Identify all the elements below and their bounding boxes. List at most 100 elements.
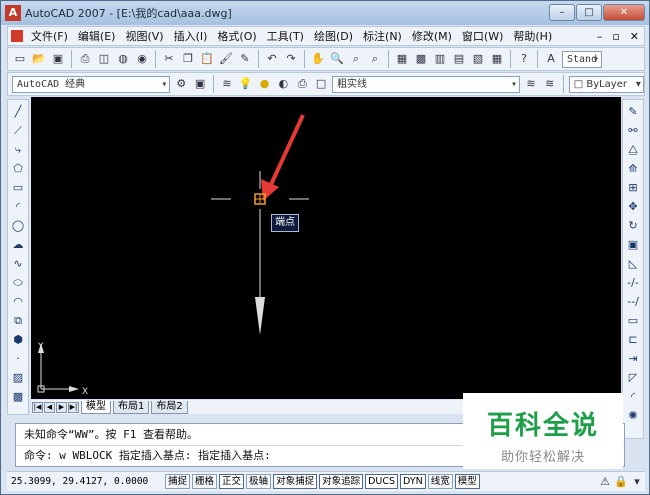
trim-icon[interactable]: -/-: [625, 275, 641, 291]
help-icon[interactable]: ?: [516, 51, 532, 67]
chamfer-icon[interactable]: ◸: [625, 370, 641, 386]
cut-icon[interactable]: ✂: [161, 51, 177, 67]
ducs-toggle[interactable]: DUCS: [365, 474, 399, 489]
hatch-icon[interactable]: ▨: [10, 370, 26, 386]
copy-object-icon[interactable]: ⚯: [625, 123, 641, 139]
coordinate-readout[interactable]: 25.3099, 29.4127, 0.0000: [7, 476, 165, 487]
revision-cloud-icon[interactable]: ☁: [10, 237, 26, 253]
layer-combo[interactable]: 粗实线: [331, 75, 521, 93]
lineweight-toggle[interactable]: 线宽: [427, 474, 453, 489]
calculator-icon[interactable]: ▦: [489, 51, 505, 67]
snap-toggle[interactable]: 捕捉: [165, 474, 191, 489]
zoom-window-icon[interactable]: ⌕: [348, 51, 364, 67]
mirror-icon[interactable]: ⧋: [625, 142, 641, 158]
dyn-toggle[interactable]: DYN: [400, 474, 426, 489]
redo-icon[interactable]: ↷: [283, 51, 299, 67]
lock-icon[interactable]: 🔒: [613, 474, 629, 490]
circle-icon[interactable]: ◯: [10, 218, 26, 234]
offset-icon[interactable]: ⟰: [625, 161, 641, 177]
minimize-button[interactable]: –: [549, 4, 575, 21]
break-at-point-icon[interactable]: ▭: [625, 313, 641, 329]
3d-dwf-icon[interactable]: ◉: [134, 51, 150, 67]
tab-layout2[interactable]: 布局2: [151, 400, 188, 414]
publish-icon[interactable]: ◍: [115, 51, 131, 67]
menu-view[interactable]: 视图(V): [120, 28, 168, 44]
explode-icon[interactable]: ✺: [625, 408, 641, 424]
line-icon[interactable]: ╱: [10, 104, 26, 120]
undo-icon[interactable]: ↶: [264, 51, 280, 67]
copy-icon[interactable]: ❐: [180, 51, 196, 67]
ellipse-arc-icon[interactable]: ◠: [10, 294, 26, 310]
layer-manager-icon[interactable]: ≋: [219, 76, 235, 92]
spline-icon[interactable]: ∿: [10, 256, 26, 272]
menu-draw[interactable]: 绘图(D): [309, 28, 358, 44]
maximize-button[interactable]: □: [576, 4, 602, 21]
save-workspace-icon[interactable]: ▣: [192, 76, 208, 92]
communication-center-icon[interactable]: ⚠: [597, 474, 613, 490]
menu-modify[interactable]: 修改(M): [407, 28, 457, 44]
prev-tab-icon[interactable]: ◀: [44, 401, 55, 413]
menu-format[interactable]: 格式(O): [212, 28, 261, 44]
paste-icon[interactable]: 📋: [199, 51, 215, 67]
next-tab-icon[interactable]: ▶: [56, 401, 67, 413]
join-icon[interactable]: ⇥: [625, 351, 641, 367]
match-properties-icon[interactable]: 🖌: [218, 51, 234, 67]
fillet-icon[interactable]: ◜: [625, 389, 641, 405]
stretch-icon[interactable]: ◺: [625, 256, 641, 272]
menu-dimension[interactable]: 标注(N): [358, 28, 407, 44]
ortho-toggle[interactable]: 正交: [219, 474, 245, 489]
scale-icon[interactable]: ▣: [625, 237, 641, 253]
menu-window[interactable]: 窗口(W): [457, 28, 508, 44]
title-bar[interactable]: A AutoCAD 2007 - [E:\我的cad\aaa.dwg] – □ …: [1, 1, 649, 25]
gradient-icon[interactable]: ▩: [10, 389, 26, 405]
layer-previous-icon[interactable]: ≋: [542, 76, 558, 92]
color-combo[interactable]: □ ByLayer: [568, 75, 644, 93]
print-preview-icon[interactable]: ◫: [96, 51, 112, 67]
workspace-combo[interactable]: AutoCAD 经典: [12, 75, 171, 93]
make-layer-current-icon[interactable]: ≋: [523, 76, 539, 92]
save-icon[interactable]: ▣: [50, 51, 66, 67]
zoom-previous-icon[interactable]: ⌕: [367, 51, 383, 67]
grid-toggle[interactable]: 栅格: [192, 474, 218, 489]
break-icon[interactable]: ⊏: [625, 332, 641, 348]
rotate-icon[interactable]: ↻: [625, 218, 641, 234]
document-icon[interactable]: [11, 30, 23, 42]
insert-block-icon[interactable]: ⧉: [10, 313, 26, 329]
otrack-toggle[interactable]: 对象追踪: [319, 474, 364, 489]
extend-icon[interactable]: --/: [625, 294, 641, 310]
zoom-realtime-icon[interactable]: 🔍: [329, 51, 345, 67]
move-icon[interactable]: ✥: [625, 199, 641, 215]
menu-tools[interactable]: 工具(T): [262, 28, 309, 44]
menu-edit[interactable]: 编辑(E): [73, 28, 121, 44]
open-file-icon[interactable]: 📂: [31, 51, 47, 67]
polyline-icon[interactable]: ⤷: [10, 142, 26, 158]
layer-color-icon[interactable]: □: [313, 76, 329, 92]
text-style-combo[interactable]: Stand: [562, 50, 602, 68]
array-icon[interactable]: ⊞: [625, 180, 641, 196]
status-menu-icon[interactable]: ▾: [629, 474, 645, 490]
doc-minimize-button[interactable]: –: [592, 30, 608, 43]
sheet-set-icon[interactable]: ▤: [451, 51, 467, 67]
layer-on-bulb-icon[interactable]: 💡: [238, 76, 254, 92]
tool-palettes-icon[interactable]: ▥: [432, 51, 448, 67]
polygon-icon[interactable]: ⬠: [10, 161, 26, 177]
construction-line-icon[interactable]: ⟋: [10, 123, 26, 139]
rectangle-icon[interactable]: ▭: [10, 180, 26, 196]
layer-lock-icon[interactable]: ◐: [276, 76, 292, 92]
osnap-toggle[interactable]: 对象捕捉: [273, 474, 318, 489]
block-editor-icon[interactable]: ✎: [237, 51, 253, 67]
last-tab-icon[interactable]: ▶|: [68, 401, 79, 413]
markup-icon[interactable]: ▧: [470, 51, 486, 67]
tab-layout1[interactable]: 布局1: [113, 400, 150, 414]
doc-close-button[interactable]: ✕: [625, 30, 644, 43]
design-center-icon[interactable]: ▩: [413, 51, 429, 67]
erase-icon[interactable]: ✎: [625, 104, 641, 120]
properties-icon[interactable]: ▦: [394, 51, 410, 67]
close-button[interactable]: ✕: [603, 4, 645, 21]
text-style-icon[interactable]: A: [543, 51, 559, 67]
layer-freeze-icon[interactable]: ●: [257, 76, 273, 92]
new-file-icon[interactable]: ▭: [12, 51, 28, 67]
menu-insert[interactable]: 插入(I): [169, 28, 213, 44]
tab-model[interactable]: 模型: [81, 400, 111, 414]
arc-icon[interactable]: ◜: [10, 199, 26, 215]
